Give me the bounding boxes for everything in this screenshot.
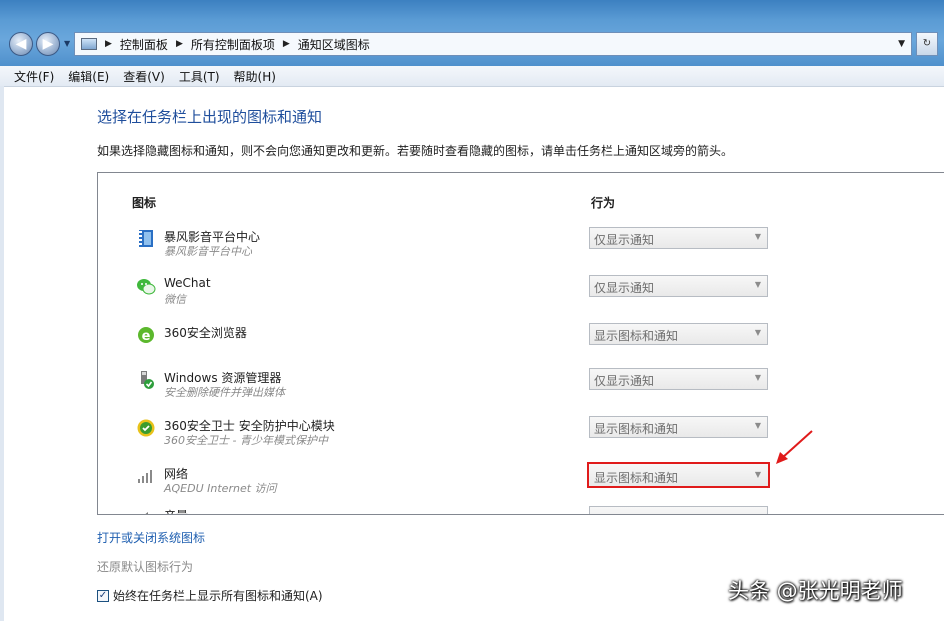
page-title: 选择在任务栏上出现的图标和通知 — [97, 108, 323, 126]
usb-icon — [141, 371, 154, 389]
behavior-select[interactable]: 仅显示通知 ▼ — [589, 227, 768, 249]
list-item: Windows 资源管理器 安全删除硬件并弹出媒体 仅显示通知 ▼ — [98, 368, 944, 414]
column-header-behavior: 行为 — [591, 196, 616, 210]
list-item: 音量 — [98, 506, 944, 514]
breadcrumb-notification-icons[interactable]: 通知区域图标 — [298, 36, 370, 53]
system-icons-link[interactable]: 打开或关闭系统图标 — [97, 529, 205, 546]
network-icon — [138, 470, 152, 483]
behavior-value: 仅显示通知 — [594, 374, 655, 388]
breadcrumb-all-items[interactable]: 所有控制面板项 — [191, 36, 275, 53]
back-button[interactable]: ◀ — [9, 32, 33, 56]
shield-icon — [137, 419, 155, 437]
forward-button[interactable]: ▶ — [36, 32, 60, 56]
chevron-down-icon: ▼ — [754, 373, 761, 382]
list-item: WeChat 微信 仅显示通知 ▼ — [98, 275, 944, 321]
list-item: 暴风影音平台中心 暴风影音平台中心 仅显示通知 ▼ — [98, 227, 944, 273]
address-dropdown-icon[interactable]: ▼ — [898, 39, 905, 49]
list-item: 网络 AQEDU Internet 访问 显示图标和通知 ▼ — [98, 462, 944, 510]
page-description: 如果选择隐藏图标和通知，则不会向您通知更改和更新。若要随时查看隐藏的图标，请单击… — [97, 144, 734, 158]
behavior-value: 显示图标和通知 — [594, 329, 679, 343]
notification-icons-list[interactable]: 图标 行为 暴风影音平台中心 暴风影音平台中心 仅显示通知 ▼ WeChat 微… — [97, 172, 944, 515]
behavior-value: 仅显示通知 — [594, 233, 655, 247]
breadcrumb-control-panel[interactable]: 控制面板 — [120, 36, 168, 53]
window-left-border — [0, 86, 4, 621]
list-item: 360安全卫士 安全防护中心模块 360安全卫士 - 青少年模式保护中 显示图标… — [98, 416, 944, 462]
chevron-down-icon: ▼ — [754, 421, 761, 430]
restore-default-link[interactable]: 还原默认图标行为 — [97, 558, 193, 575]
row-subtitle: AQEDU Internet 访问 — [164, 482, 277, 495]
control-panel-icon — [81, 38, 97, 50]
row-title: 音量 — [164, 507, 188, 514]
chevron-down-icon: ▼ — [754, 470, 761, 479]
row-subtitle: 360安全卫士 - 青少年模式保护中 — [164, 434, 328, 447]
always-show-label[interactable]: 始终在任务栏上显示所有图标和通知(A) — [113, 587, 323, 604]
behavior-select[interactable]: 显示图标和通知 ▼ — [587, 462, 770, 488]
breadcrumb-separator-icon[interactable]: ▶ — [105, 39, 112, 49]
chevron-down-icon: ▼ — [754, 280, 761, 289]
behavior-select[interactable]: 显示图标和通知 ▼ — [589, 323, 768, 345]
row-title: WeChat — [164, 276, 211, 290]
list-item: e 360安全浏览器 显示图标和通知 ▼ — [98, 323, 944, 369]
menu-bar: 文件(F) 编辑(E) 查看(V) 工具(T) 帮助(H) — [0, 66, 944, 87]
watermark: 头条 @张光明老师 — [728, 579, 903, 603]
chevron-down-icon: ▼ — [754, 232, 761, 241]
volume-icon — [145, 512, 148, 514]
behavior-select[interactable]: 显示图标和通知 ▼ — [589, 416, 768, 438]
breadcrumb-separator-icon[interactable]: ▶ — [176, 39, 183, 49]
refresh-button[interactable]: ↻ — [916, 32, 938, 56]
menu-tools[interactable]: 工具(T) — [172, 68, 227, 85]
menu-help[interactable]: 帮助(H) — [227, 68, 283, 85]
annotation-arrow-icon — [776, 430, 813, 464]
wechat-icon — [137, 279, 156, 295]
chevron-down-icon: ▼ — [754, 328, 761, 337]
behavior-select[interactable]: 仅显示通知 ▼ — [589, 275, 768, 297]
row-subtitle: 安全删除硬件并弹出媒体 — [164, 386, 285, 399]
recent-pages-dropdown-icon[interactable]: ▼ — [64, 40, 72, 48]
row-subtitle: 暴风影音平台中心 — [164, 245, 252, 258]
column-header-icon: 图标 — [132, 196, 157, 210]
film-icon — [139, 230, 153, 247]
behavior-value: 仅显示通知 — [594, 281, 655, 295]
menu-file[interactable]: 文件(F) — [0, 68, 61, 85]
behavior-select[interactable]: 仅显示通知 ▼ — [589, 368, 768, 390]
always-show-option[interactable]: ✓ 始终在任务栏上显示所有图标和通知(A) — [97, 587, 323, 604]
menu-edit[interactable]: 编辑(E) — [61, 68, 116, 85]
row-title: 360安全浏览器 — [164, 326, 247, 340]
window-titlebar: ◀ ▶ ▼ ▶ 控制面板 ▶ 所有控制面板项 ▶ 通知区域图标 ▼ ↻ — [0, 0, 944, 66]
behavior-value: 显示图标和通知 — [594, 422, 679, 436]
behavior-value: 显示图标和通知 — [594, 471, 679, 485]
address-bar[interactable]: ▶ 控制面板 ▶ 所有控制面板项 ▶ 通知区域图标 ▼ — [74, 32, 912, 56]
behavior-select[interactable] — [589, 506, 768, 514]
row-subtitle: 微信 — [164, 293, 186, 306]
svg-text:e: e — [142, 329, 151, 344]
browser-icon: e — [138, 327, 154, 344]
breadcrumb-separator-icon[interactable]: ▶ — [283, 39, 290, 49]
menu-view[interactable]: 查看(V) — [116, 68, 172, 85]
always-show-checkbox[interactable]: ✓ — [97, 589, 109, 602]
